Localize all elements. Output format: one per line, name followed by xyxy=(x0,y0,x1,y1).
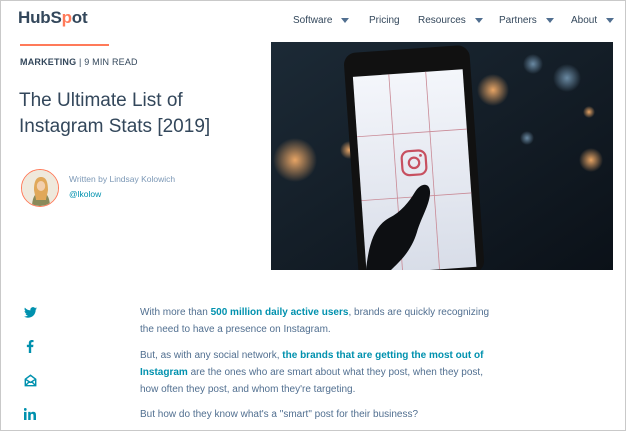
text-run: With more than xyxy=(140,307,211,318)
chevron-down-icon xyxy=(545,17,554,23)
page-title: The Ultimate List of Instagram Stats [20… xyxy=(19,90,211,137)
nav-software[interactable]: Software xyxy=(293,13,350,27)
text-run: are the ones who are smart about what th… xyxy=(140,367,483,395)
facebook-share-button[interactable] xyxy=(22,338,38,354)
category-link[interactable]: MARKETING xyxy=(20,57,76,67)
text-run: But, as with any social network, xyxy=(140,350,283,361)
chevron-down-icon xyxy=(606,17,615,23)
nav-about[interactable]: About xyxy=(571,13,615,27)
nav-software-label: Software xyxy=(293,14,333,26)
nav-pricing-label: Pricing xyxy=(369,14,400,26)
nav-resources-label: Resources xyxy=(418,14,466,26)
avatar[interactable] xyxy=(21,169,59,207)
third-paragraph: But how do they know what's a "smart" po… xyxy=(140,409,419,420)
stats-link[interactable]: 500 million daily active users xyxy=(211,307,349,318)
nav-partners-label: Partners xyxy=(499,14,537,26)
linkedin-share-button[interactable] xyxy=(22,406,38,422)
accent-rule xyxy=(20,44,109,46)
nav-about-label: About xyxy=(571,14,598,26)
intro-paragraph: With more than 500 million daily active … xyxy=(140,304,500,338)
linkedin-icon xyxy=(24,408,36,420)
twitter-icon xyxy=(23,306,37,318)
article-category: MARKETING | 9 MIN READ xyxy=(20,57,138,67)
logo-sprocket: p xyxy=(61,8,72,27)
hero-image xyxy=(271,42,613,270)
phone-instagram-photo xyxy=(271,42,613,270)
twitter-share-button[interactable] xyxy=(22,304,38,320)
nav-resources[interactable]: Resources xyxy=(418,13,483,27)
second-paragraph: But, as with any social network, the bra… xyxy=(140,347,500,398)
logo-text-end: ot xyxy=(71,8,88,27)
author-handle-link[interactable]: @lkolow xyxy=(69,189,101,199)
meta-separator: | xyxy=(79,57,82,67)
email-icon xyxy=(24,373,36,386)
chevron-down-icon xyxy=(341,17,350,23)
facebook-icon xyxy=(26,339,34,353)
hubspot-logo[interactable]: HubSpot xyxy=(18,8,88,28)
nav-pricing[interactable]: Pricing xyxy=(369,13,400,27)
read-time: 9 MIN READ xyxy=(84,57,138,67)
nav-partners[interactable]: Partners xyxy=(499,13,554,27)
logo-text: HubS xyxy=(18,8,62,27)
email-share-button[interactable] xyxy=(22,372,38,388)
author-byline: Written by Lindsay Kolowich xyxy=(69,174,176,184)
chevron-down-icon xyxy=(474,17,483,23)
